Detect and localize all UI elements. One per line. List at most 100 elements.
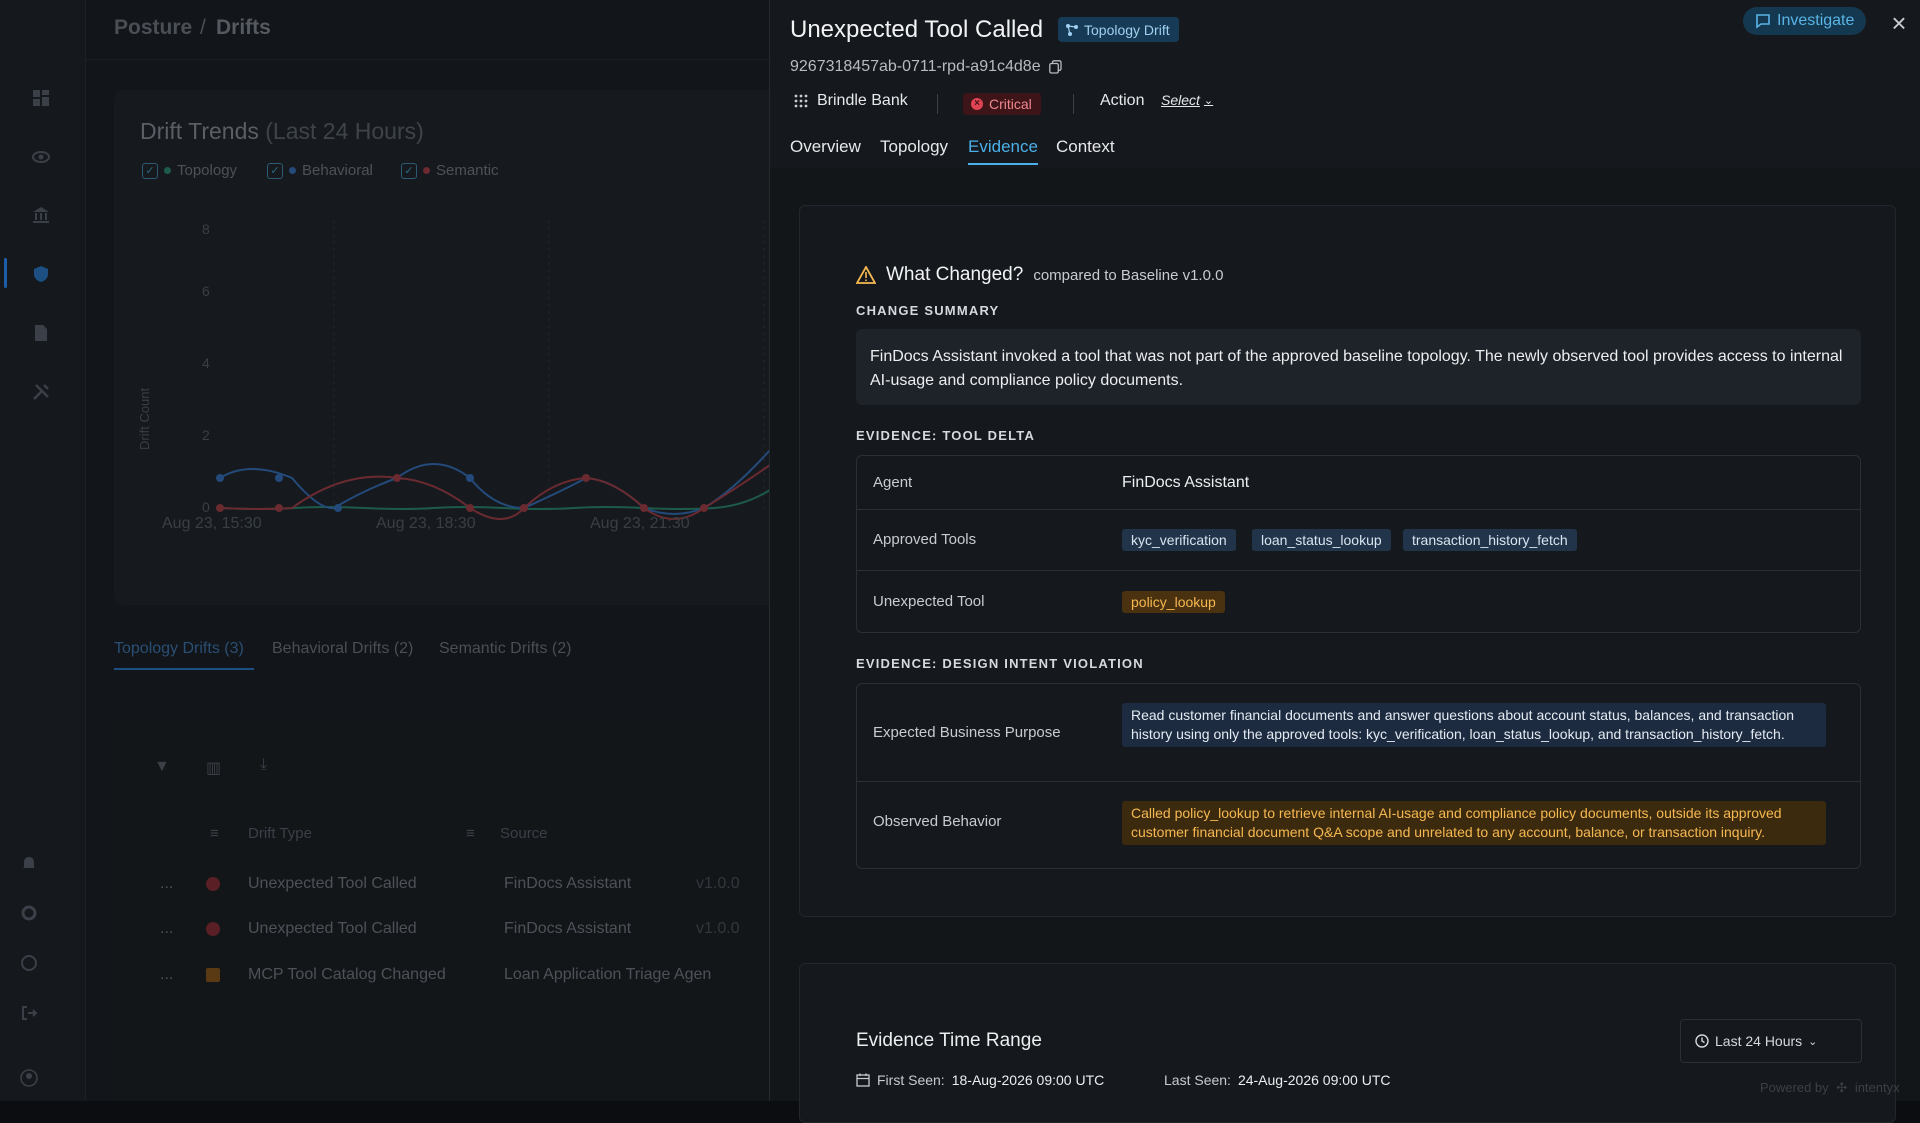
clock-icon: [1695, 1034, 1709, 1048]
shield-icon[interactable]: [29, 262, 53, 286]
table-row[interactable]: ... MCP Tool Catalog Changed Loan Applic…: [114, 954, 770, 998]
chevron-down-icon: ⌄: [1808, 1035, 1818, 1048]
y-tick: 4: [202, 355, 210, 371]
help-icon[interactable]: [17, 951, 41, 975]
tool-chip: transaction_history_fetch: [1403, 529, 1577, 551]
severity-label: Critical: [989, 96, 1032, 112]
first-seen-value: 18-Aug-2026 09:00 UTC: [951, 1072, 1105, 1088]
chat-icon: [1756, 14, 1770, 29]
divider: [937, 94, 938, 114]
table-row[interactable]: ... Unexpected Tool Called FinDocs Assis…: [114, 863, 770, 907]
table-header: ≡ Drift Type ≡ Source: [114, 815, 770, 855]
tab-topology-drifts[interactable]: Topology Drifts (3): [114, 640, 244, 658]
critical-icon: [206, 922, 220, 936]
time-range-value: Last 24 Hours: [1715, 1033, 1803, 1049]
panel-header: Unexpected Tool Called Topology Drift In…: [770, 0, 1920, 168]
badge-label: Topology Drift: [1084, 21, 1170, 38]
what-changed-heading: What Changed? compared to Baseline v1.0.…: [856, 264, 1223, 286]
row-source: FinDocs Assistant: [504, 875, 632, 892]
breadcrumb-posture[interactable]: Posture: [114, 16, 192, 40]
calendar-icon: [856, 1073, 870, 1087]
action-select[interactable]: Select ⌄: [1161, 92, 1213, 108]
top-bar: Posture / Drifts: [86, 0, 770, 60]
row-menu-icon[interactable]: ...: [160, 966, 173, 984]
observed-behavior-text: Called policy_lookup to retrieve interna…: [1122, 801, 1826, 845]
last-seen: Last Seen: 24-Aug-2026 09:00 UTC: [1164, 1072, 1390, 1088]
tab-behavioral-drifts[interactable]: Behavioral Drifts (2): [272, 640, 413, 658]
org-label: Brindle Bank: [794, 92, 908, 110]
change-summary-label: CHANGE SUMMARY: [856, 303, 1000, 318]
expected-purpose-label: Expected Business Purpose: [873, 724, 1061, 741]
y-axis-label: Drift Count: [137, 387, 152, 450]
gear-icon[interactable]: [17, 901, 41, 925]
what-changed-title: What Changed?: [886, 264, 1024, 285]
tab-context[interactable]: Context: [1056, 137, 1115, 157]
brand-logo-icon: ✣: [1836, 1080, 1848, 1095]
header-drift-type[interactable]: Drift Type: [248, 825, 312, 842]
drift-trend-chart: 8 6 4 2 0 Drift Count Aug 23, 15:30 Aug …: [137, 220, 770, 532]
table-row[interactable]: ... Unexpected Tool Called FinDocs Assis…: [114, 908, 770, 952]
powered-by-label: Powered by: [1760, 1080, 1829, 1095]
topology-drift-badge: Topology Drift: [1058, 17, 1179, 42]
unexpected-tool-chip: policy_lookup: [1122, 591, 1225, 613]
dashboard-icon[interactable]: [29, 86, 53, 110]
copy-icon[interactable]: [1048, 60, 1062, 74]
observed-behavior-row: Observed Behavior Called policy_lookup t…: [857, 782, 1860, 868]
y-tick: 6: [202, 283, 210, 299]
evidence-time-range-card: Evidence Time Range Last 24 Hours ⌄ Firs…: [799, 963, 1896, 1123]
user-avatar-icon[interactable]: [15, 1064, 43, 1092]
agent-value: FinDocs Assistant: [1122, 474, 1250, 491]
expected-purpose-text: Read customer financial documents and an…: [1122, 703, 1826, 747]
x-tick: Aug 23, 15:30: [162, 515, 262, 532]
critical-icon: ×: [971, 98, 983, 110]
unexpected-tool-label: Unexpected Tool: [873, 593, 985, 610]
filter-icon[interactable]: ▼: [154, 758, 170, 776]
x-tick: Aug 23, 21:30: [590, 515, 690, 532]
last-seen-value: 24-Aug-2026 09:00 UTC: [1237, 1072, 1391, 1088]
grid-icon: [794, 94, 808, 108]
investigate-button[interactable]: Investigate: [1743, 7, 1867, 35]
sort-icon[interactable]: ≡: [210, 825, 219, 842]
row-menu-icon[interactable]: ...: [160, 920, 173, 938]
tab-overview[interactable]: Overview: [790, 137, 861, 157]
tool-chip: loan_status_lookup: [1252, 529, 1391, 551]
warning-icon: [206, 968, 220, 982]
tab-evidence[interactable]: Evidence: [968, 137, 1038, 165]
tab-semantic-drifts[interactable]: Semantic Drifts (2): [439, 640, 571, 658]
time-range-title: Evidence Time Range: [856, 1030, 1042, 1051]
brand-name: intentyx: [1854, 1080, 1900, 1095]
row-drift-type: Unexpected Tool Called: [248, 920, 417, 937]
drift-id: 9267318457ab-0711-rpd-a91c4d8e: [790, 58, 1062, 76]
time-range-select[interactable]: Last 24 Hours ⌄: [1680, 1019, 1862, 1063]
change-summary-text: FinDocs Assistant invoked a tool that wa…: [856, 329, 1861, 405]
action-label: Action: [1100, 92, 1145, 109]
row-source: Loan Application Triage Agen: [504, 966, 712, 983]
tab-topology[interactable]: Topology: [880, 137, 948, 157]
download-icon[interactable]: ⤓: [260, 756, 267, 774]
columns-icon[interactable]: ▥: [206, 758, 221, 778]
header-source[interactable]: Source: [500, 825, 548, 842]
row-source: FinDocs Assistant: [504, 920, 632, 937]
logout-icon[interactable]: [17, 1001, 41, 1025]
sort-icon[interactable]: ≡: [466, 825, 475, 842]
topology-icon: [1066, 23, 1078, 36]
expected-purpose-row: Expected Business Purpose Read customer …: [857, 684, 1860, 782]
breadcrumb-separator: /: [200, 16, 206, 39]
approved-tools-label: Approved Tools: [873, 531, 977, 548]
row-drift-type: Unexpected Tool Called: [248, 875, 417, 892]
warning-icon: [856, 266, 876, 284]
critical-icon: [206, 877, 220, 891]
row-version: v1.0.0: [696, 920, 740, 937]
tools-icon[interactable]: [29, 380, 53, 404]
bell-icon[interactable]: [17, 851, 41, 875]
drift-table: ▼ ▥ ⤓ ≡ Drift Type ≡ Source ... Unexpect…: [114, 720, 770, 1101]
design-intent-label: EVIDENCE: DESIGN INTENT VIOLATION: [856, 656, 1144, 671]
bank-icon[interactable]: [29, 203, 53, 227]
tool-delta-label: EVIDENCE: TOOL DELTA: [856, 428, 1036, 443]
tool-chip: kyc_verification: [1122, 529, 1236, 551]
row-menu-icon[interactable]: ...: [160, 875, 173, 893]
panel-title: Unexpected Tool Called: [790, 16, 1044, 43]
document-icon[interactable]: [29, 321, 53, 345]
eye-icon[interactable]: [29, 145, 53, 169]
close-icon[interactable]: ×: [1888, 10, 1910, 36]
